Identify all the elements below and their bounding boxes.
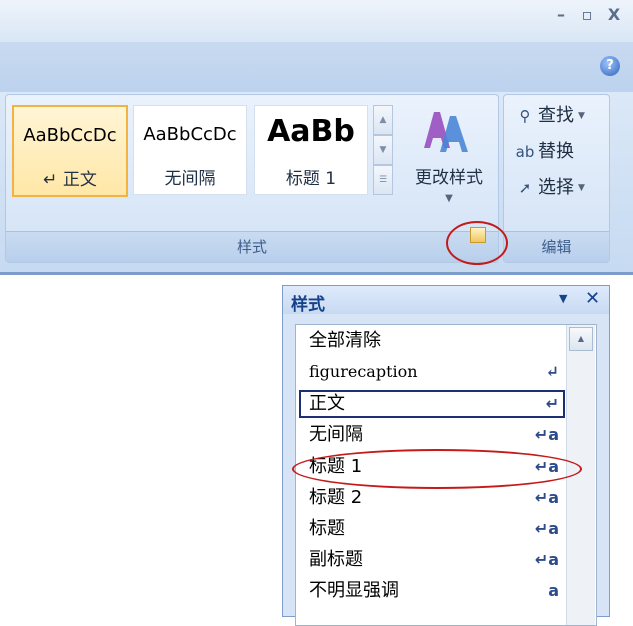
select-button[interactable]: ➚ 选择 ▼ xyxy=(512,173,585,203)
paragraph-mark-icon: ↵ xyxy=(545,362,559,381)
scroll-up-icon[interactable]: ▲ xyxy=(569,327,593,351)
style-tile-normal[interactable]: AaBbCcDc ↵ 正文 xyxy=(12,105,128,197)
style-item-label: 无间隔 xyxy=(309,424,363,445)
linked-style-icon: ↵a xyxy=(534,488,559,507)
change-styles-icon xyxy=(424,112,468,152)
style-item-subtitle[interactable]: 副标题 ↵a xyxy=(299,546,565,574)
style-item-label: 标题 1 xyxy=(309,456,363,477)
style-name: 标题 1 xyxy=(285,169,337,189)
divider xyxy=(0,272,633,275)
close-icon[interactable]: ✕ xyxy=(585,288,600,309)
pane-menu-icon[interactable]: ▼ xyxy=(559,292,567,305)
styles-list-scrollbar[interactable]: ▲ xyxy=(566,325,595,625)
style-tile-no-spacing[interactable]: AaBbCcDc 无间隔 xyxy=(133,105,247,195)
gallery-more-icon[interactable]: ☰ xyxy=(373,165,393,195)
style-sample: AaBbCcDc xyxy=(143,124,237,145)
character-style-icon: a xyxy=(548,581,559,600)
style-item-title[interactable]: 标题 ↵a xyxy=(299,515,565,543)
style-item-figurecaption[interactable]: figurecaption ↵ xyxy=(299,358,565,386)
gallery-up-icon[interactable]: ▲ xyxy=(373,105,393,135)
find-button[interactable]: ⚲ 查找 ▼ xyxy=(512,101,585,131)
style-item-label: 全部清除 xyxy=(309,330,381,351)
ribbon-tab-strip: ? xyxy=(0,42,633,92)
change-styles-button[interactable]: 更改样式 ▼ xyxy=(404,103,494,223)
style-tile-heading-1[interactable]: AaBb 标题 1 xyxy=(254,105,368,195)
paragraph-mark-icon: ↵ xyxy=(545,394,559,413)
style-item-label: 标题 2 xyxy=(309,487,363,508)
style-sample: AaBbCcDc xyxy=(23,125,117,146)
chevron-down-icon: ▼ xyxy=(578,183,585,193)
style-item-label: 不明显强调 xyxy=(309,580,399,601)
help-icon[interactable]: ? xyxy=(600,56,620,76)
close-button[interactable]: X xyxy=(603,4,625,26)
style-sample: AaBb xyxy=(267,114,355,149)
gallery-down-icon[interactable]: ▼ xyxy=(373,135,393,165)
styles-list: 全部清除 figurecaption ↵ 正文 ↵ 无间隔 ↵a 标题 1 ↵a… xyxy=(295,324,597,626)
styles-group: AaBbCcDc ↵ 正文 AaBbCcDc 无间隔 AaBb 标题 1 ▲ ▼… xyxy=(5,94,499,263)
select-label: 选择 xyxy=(538,177,574,198)
style-item-label: 正文 xyxy=(309,393,345,414)
replace-button[interactable]: ab 替换 xyxy=(512,137,574,167)
find-icon: ⚲ xyxy=(519,107,531,125)
chevron-down-icon: ▼ xyxy=(445,193,453,204)
style-name: ↵ 正文 xyxy=(43,170,97,190)
select-icon: ➚ xyxy=(518,179,532,197)
restore-button[interactable]: ▫ xyxy=(576,4,598,26)
styles-pane-header: 样式 ▼ ✕ xyxy=(283,286,609,315)
style-gallery: AaBbCcDc ↵ 正文 AaBbCcDc 无间隔 AaBb 标题 1 xyxy=(12,103,374,197)
style-item-label: 标题 xyxy=(309,518,345,539)
gallery-scroll: ▲ ▼ ☰ xyxy=(373,105,393,195)
style-item-clear-all[interactable]: 全部清除 xyxy=(299,327,565,355)
linked-style-icon: ↵a xyxy=(534,425,559,444)
replace-icon: ab xyxy=(515,143,535,161)
replace-label: 替换 xyxy=(538,141,574,162)
style-item-heading-1[interactable]: 标题 1 ↵a xyxy=(299,453,565,481)
styles-group-label: 样式 xyxy=(6,231,498,262)
editing-group: ⚲ 查找 ▼ ab 替换 ➚ 选择 ▼ 编辑 xyxy=(503,94,610,263)
style-name: 无间隔 xyxy=(164,169,216,189)
style-item-normal[interactable]: 正文 ↵ xyxy=(299,390,565,418)
style-item-no-spacing[interactable]: 无间隔 ↵a xyxy=(299,421,565,449)
ribbon: AaBbCcDc ↵ 正文 AaBbCcDc 无间隔 AaBb 标题 1 ▲ ▼… xyxy=(0,92,633,273)
title-bar: – ▫ X xyxy=(0,0,633,42)
edit-group-label: 编辑 xyxy=(504,231,609,262)
change-styles-label: 更改样式 xyxy=(415,168,483,188)
style-item-heading-2[interactable]: 标题 2 ↵a xyxy=(299,484,565,512)
linked-style-icon: ↵a xyxy=(534,550,559,569)
style-item-label: figurecaption xyxy=(309,362,418,381)
style-item-subtle-emphasis[interactable]: 不明显强调 a xyxy=(299,577,565,605)
linked-style-icon: ↵a xyxy=(534,519,559,538)
find-label: 查找 xyxy=(538,105,574,126)
minimize-button[interactable]: – xyxy=(550,4,572,26)
linked-style-icon: ↵a xyxy=(534,457,559,476)
styles-pane-title: 样式 xyxy=(291,295,325,315)
styles-pane: 样式 ▼ ✕ 全部清除 figurecaption ↵ 正文 ↵ 无间隔 ↵a … xyxy=(282,285,610,626)
styles-dialog-launcher-icon[interactable] xyxy=(470,227,486,243)
chevron-down-icon: ▼ xyxy=(578,111,585,121)
style-item-label: 副标题 xyxy=(309,549,363,570)
